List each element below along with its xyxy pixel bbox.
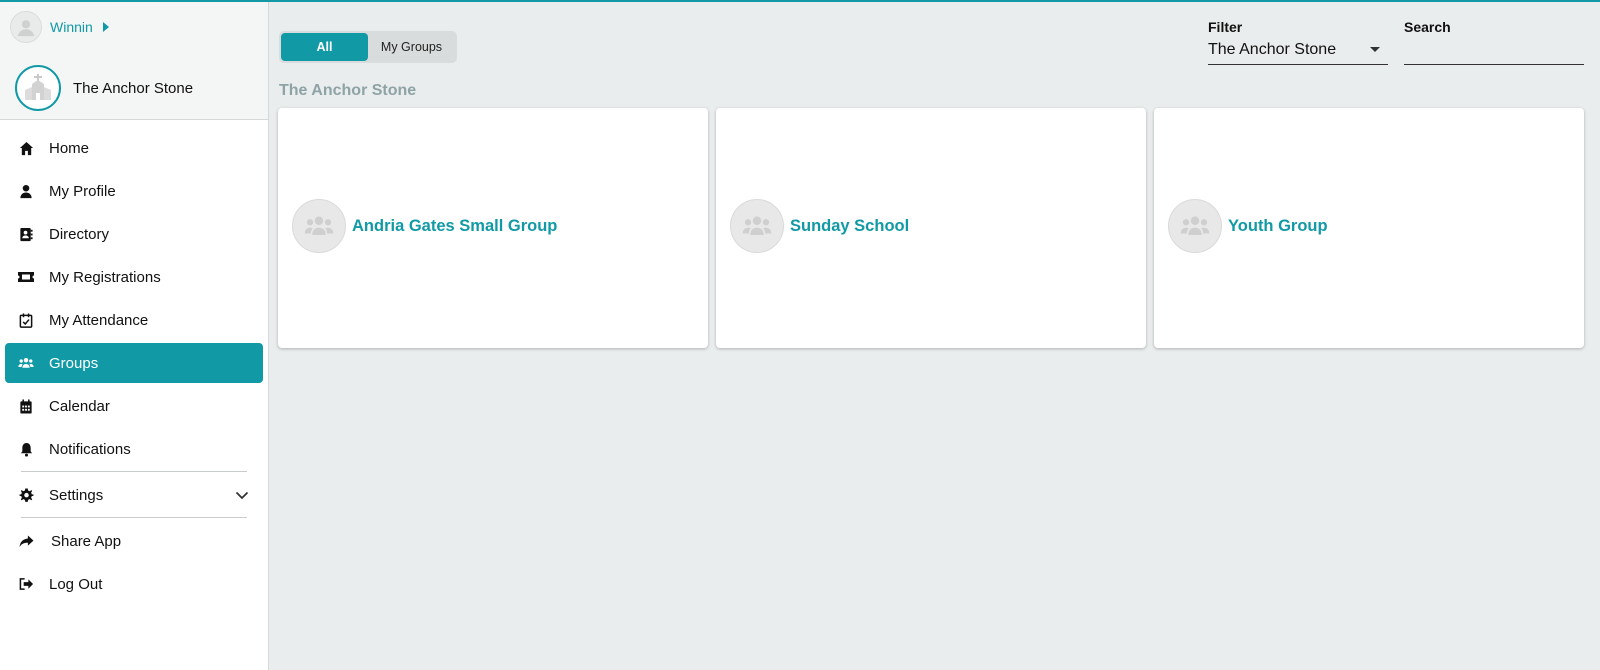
sidebar-item-my-attendance[interactable]: My Attendance [5,300,263,340]
bell-icon [18,441,34,457]
group-card[interactable]: Youth Group [1154,108,1584,348]
calendar-icon [18,398,34,414]
sidebar-item-label: Directory [49,225,110,243]
calendar-check-icon [18,312,34,328]
sidebar-item-label: My Attendance [49,311,149,329]
main-content: All My Groups Filter The Anchor Stone Se… [270,2,1600,670]
group-card[interactable]: Sunday School [716,108,1146,348]
toggle-all[interactable]: All [281,33,368,61]
sidebar-item-directory[interactable]: Directory [5,214,263,254]
people-group-icon [18,355,34,371]
sidebar-nav: Home My Profile Directory My Registratio… [0,120,268,604]
sidebar-item-label: Groups [49,354,99,372]
logout-icon [18,576,34,592]
sidebar-item-label: My Profile [49,182,116,200]
person-icon [18,183,34,199]
dropdown-arrow-icon [1370,47,1380,52]
search-field: Search [1404,19,1584,65]
people-group-icon [742,216,772,235]
church-info: The Anchor Stone [15,65,193,111]
filter-selected-value: The Anchor Stone [1208,40,1337,58]
group-card[interactable]: Andria Gates Small Group [278,108,708,348]
user-avatar-icon [17,20,35,37]
user-name: Winnin [50,19,93,35]
groups-toggle: All My Groups [279,31,457,63]
sidebar-item-groups[interactable]: Groups [5,343,263,383]
sidebar-item-label: Settings [49,486,104,504]
search-input[interactable] [1404,35,1584,65]
group-name[interactable]: Sunday School [790,217,909,236]
sidebar-item-settings[interactable]: Settings [5,475,263,515]
church-logo [15,65,61,111]
filter-label: Filter [1208,19,1243,35]
address-book-icon [18,226,34,242]
group-avatar [730,199,784,253]
search-label: Search [1404,19,1451,35]
sidebar-item-label: Log Out [49,575,103,593]
sidebar-item-notifications[interactable]: Notifications [5,429,263,469]
sidebar-divider [21,471,247,472]
church-icon [25,74,51,100]
sidebar-item-my-registrations[interactable]: My Registrations [5,257,263,297]
share-icon [18,533,34,549]
sidebar-item-label: Home [49,139,90,157]
toggle-my-groups[interactable]: My Groups [368,33,455,61]
group-cards: Andria Gates Small Group Sunday School Y… [278,108,1592,348]
home-icon [18,140,34,156]
people-group-icon [1180,216,1210,235]
user-menu[interactable]: Winnin [10,11,109,43]
caret-right-icon [102,22,109,32]
group-name[interactable]: Youth Group [1228,217,1328,236]
sidebar-item-label: Notifications [49,440,131,458]
group-avatar [292,199,346,253]
filter-select[interactable]: Filter The Anchor Stone [1208,19,1388,65]
sidebar: Winnin The Anchor Stone Home My Profile … [0,2,269,670]
filter-value[interactable]: The Anchor Stone [1208,35,1388,65]
sidebar-header: Winnin The Anchor Stone [0,2,268,120]
group-name[interactable]: Andria Gates Small Group [352,217,557,236]
user-avatar [10,11,42,43]
church-name: The Anchor Stone [73,79,194,97]
chevron-down-icon [235,487,249,505]
gear-icon [18,487,34,503]
section-title: The Anchor Stone [279,82,417,99]
group-avatar [1168,199,1222,253]
sidebar-item-label: Calendar [49,397,110,415]
ticket-icon [18,269,34,285]
sidebar-item-log-out[interactable]: Log Out [5,564,263,604]
sidebar-item-label: Share App [51,532,122,550]
sidebar-item-label: My Registrations [49,268,161,286]
sidebar-item-home[interactable]: Home [5,128,263,168]
sidebar-divider [21,517,247,518]
sidebar-item-my-profile[interactable]: My Profile [5,171,263,211]
people-group-icon [304,216,334,235]
sidebar-item-share-app[interactable]: Share App [5,521,263,561]
sidebar-item-calendar[interactable]: Calendar [5,386,263,426]
